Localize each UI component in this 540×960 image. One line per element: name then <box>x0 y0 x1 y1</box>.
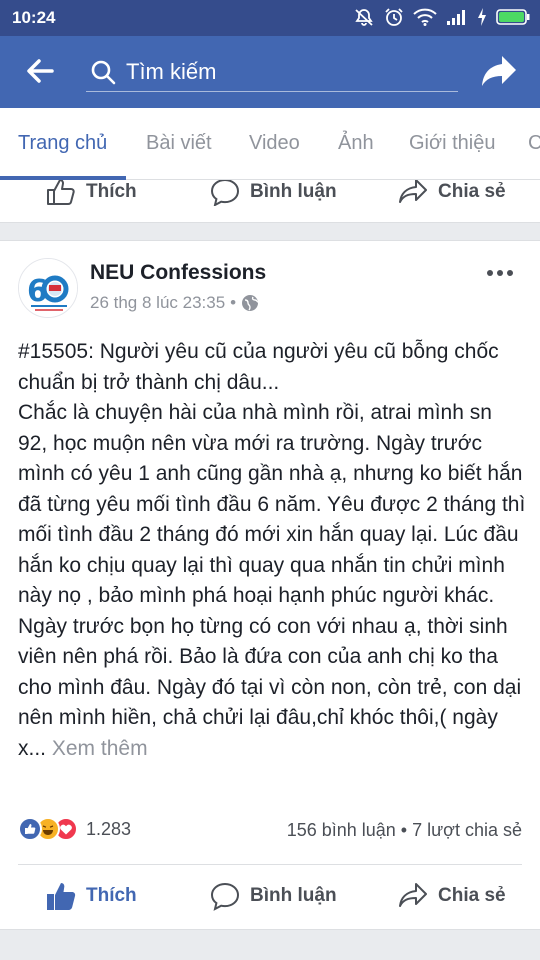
share-button[interactable]: Chia sẻ <box>398 180 506 206</box>
search-input[interactable] <box>126 56 446 88</box>
tab-posts[interactable]: Bài viết <box>146 132 212 155</box>
thumbs-up-outline-icon <box>47 180 75 205</box>
post-timestamp[interactable]: 26 thg 8 lúc 23:35 <box>90 293 225 313</box>
divider <box>18 864 522 865</box>
reaction-summary[interactable]: 1.283 <box>18 817 131 841</box>
post-share-button[interactable]: Chia sẻ <box>398 881 506 911</box>
alarm-icon <box>385 8 403 26</box>
status-time: 10:24 <box>12 8 56 27</box>
previous-post-actions: Thích Bình luận Chia sẻ <box>0 180 540 223</box>
post-text: #15505: Người yêu cũ của người yêu cũ bỗ… <box>18 340 526 760</box>
tab-photos[interactable]: Ảnh <box>338 132 374 155</box>
tab-video[interactable]: Video <box>249 132 300 155</box>
tab-community[interactable]: C <box>528 132 540 155</box>
comment-icon <box>210 882 240 911</box>
post-comment-button[interactable]: Bình luận <box>210 881 337 911</box>
share-arrow-icon[interactable] <box>480 54 518 88</box>
signal-icon <box>447 10 465 25</box>
post-like-button[interactable]: Thích <box>46 881 137 911</box>
status-bar: 10:24 <box>0 0 540 36</box>
battery-icon <box>496 9 530 25</box>
app-bar <box>0 36 540 108</box>
page-name[interactable]: NEU Confessions <box>90 261 266 285</box>
tab-about[interactable]: Giới thiệu <box>409 132 495 155</box>
back-arrow-icon[interactable] <box>26 58 54 84</box>
share-label: Chia sẻ <box>438 181 506 202</box>
share-icon <box>399 883 427 907</box>
globe-icon <box>242 295 259 311</box>
comments-shares-count[interactable]: 156 bình luận • 7 lượt chia sẻ <box>287 820 522 841</box>
page-tabs: Trang chủ Bài viết Video Ảnh Giới thiệu … <box>0 108 540 180</box>
thumbs-up-icon <box>47 883 76 910</box>
comment-outline-icon <box>210 180 240 206</box>
like-button[interactable]: Thích <box>46 180 137 206</box>
post-card: 6 NEU Confessions 26 thg 8 lúc 23:35 • #… <box>0 240 540 930</box>
mute-icon <box>355 9 373 26</box>
tab-home[interactable]: Trang chủ <box>18 132 107 155</box>
post-share-label: Chia sẻ <box>438 885 506 906</box>
post-like-label: Thích <box>86 885 137 906</box>
search-icon <box>91 60 116 85</box>
page-avatar[interactable]: 6 <box>18 258 78 318</box>
reaction-count: 1.283 <box>86 818 132 839</box>
more-options-icon[interactable] <box>486 269 514 277</box>
share-outline-icon <box>399 180 427 203</box>
see-more-link[interactable]: Xem thêm <box>52 737 148 760</box>
like-label: Thích <box>86 181 137 202</box>
comment-button[interactable]: Bình luận <box>210 180 337 206</box>
post-comment-label: Bình luận <box>250 885 337 906</box>
search-bar[interactable] <box>86 52 458 92</box>
comment-label: Bình luận <box>250 181 337 202</box>
post-meta: 26 thg 8 lúc 23:35 • <box>90 293 259 313</box>
post-body: #15505: Người yêu cũ của người yêu cũ bỗ… <box>18 337 526 764</box>
wifi-icon <box>413 8 437 26</box>
meta-separator: • <box>230 293 237 312</box>
neu-60-logo: 6 <box>19 259 77 317</box>
charging-icon <box>478 8 486 26</box>
like-reaction-icon <box>18 817 42 841</box>
